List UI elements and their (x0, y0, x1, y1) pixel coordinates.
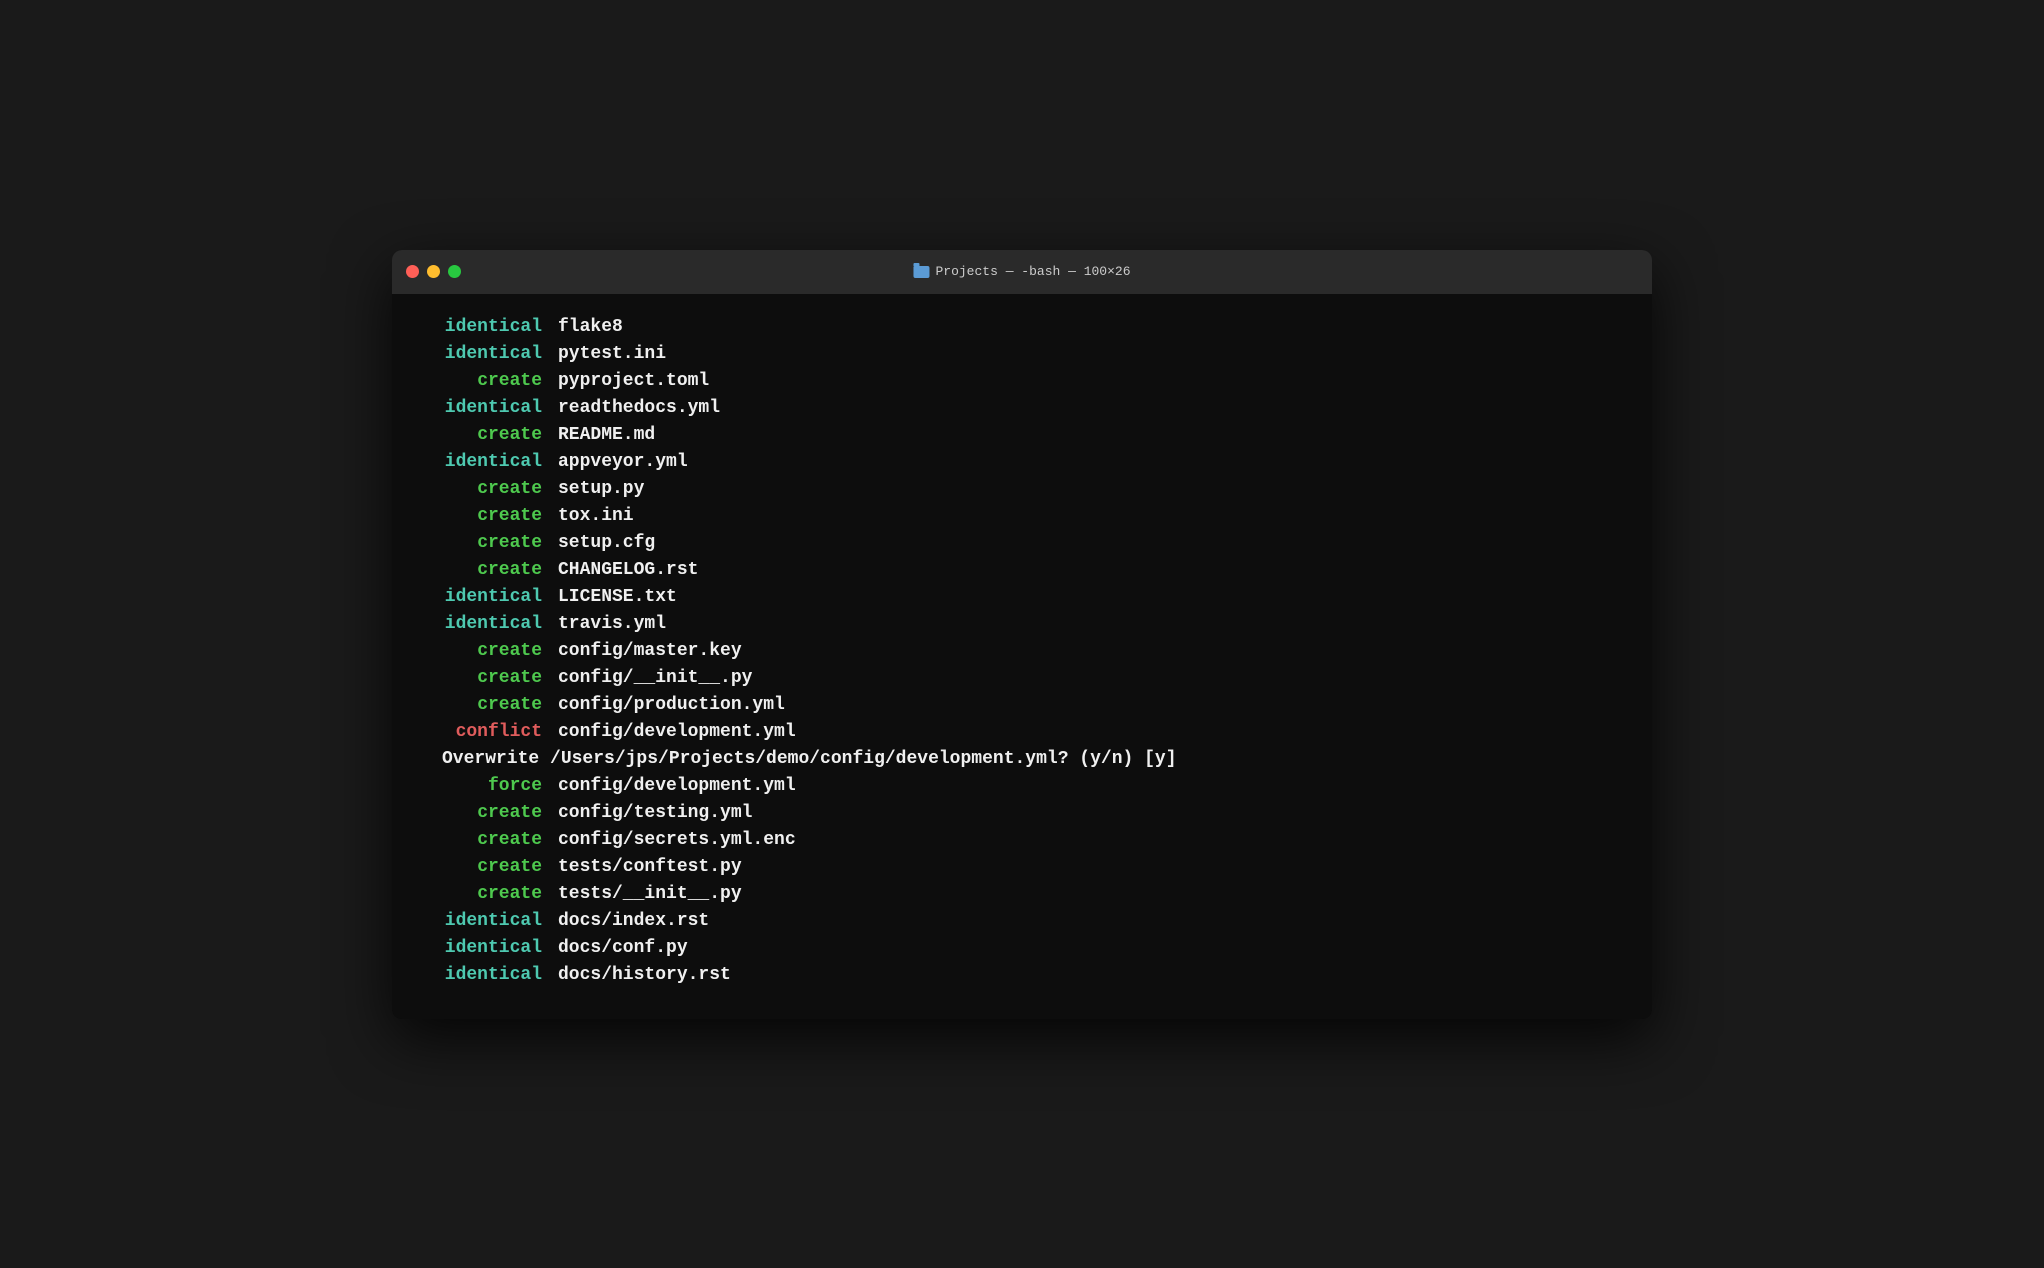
terminal-line: create config/secrets.yml.enc (422, 827, 1622, 854)
file-name: setup.cfg (558, 530, 655, 557)
status-label: identical (422, 611, 542, 638)
terminal-line: create config/production.yml (422, 692, 1622, 719)
terminal-line: identical LICENSE.txt (422, 584, 1622, 611)
status-label: identical (422, 935, 542, 962)
file-name: config/testing.yml (558, 800, 752, 827)
file-name: docs/history.rst (558, 962, 731, 989)
status-label: identical (422, 584, 542, 611)
file-name: appveyor.yml (558, 449, 688, 476)
terminal-line: create config/__init__.py (422, 665, 1622, 692)
status-label: create (422, 530, 542, 557)
terminal-window: Projects — -bash — 100×26 identical flake… (392, 250, 1652, 1019)
terminal-line: create setup.py (422, 476, 1622, 503)
terminal-line: create README.md (422, 422, 1622, 449)
status-label: create (422, 881, 542, 908)
terminal-line: identical pytest.ini (422, 341, 1622, 368)
file-name: tests/conftest.py (558, 854, 742, 881)
terminal-line: create config/testing.yml (422, 800, 1622, 827)
status-label: create (422, 827, 542, 854)
terminal-line: identical flake8 (422, 314, 1622, 341)
status-label: create (422, 557, 542, 584)
terminal-line: identical travis.yml (422, 611, 1622, 638)
status-label: create (422, 692, 542, 719)
folder-icon (913, 266, 929, 278)
terminal-line: create setup.cfg (422, 530, 1622, 557)
terminal-line: conflict config/development.yml (422, 719, 1622, 746)
status-label: create (422, 854, 542, 881)
file-name: setup.py (558, 476, 644, 503)
terminal-line: create CHANGELOG.rst (422, 557, 1622, 584)
close-button[interactable] (406, 265, 419, 278)
status-label: create (422, 638, 542, 665)
file-name: docs/index.rst (558, 908, 709, 935)
file-name: LICENSE.txt (558, 584, 677, 611)
file-name: tests/__init__.py (558, 881, 742, 908)
file-name: travis.yml (558, 611, 666, 638)
file-name: CHANGELOG.rst (558, 557, 698, 584)
titlebar: Projects — -bash — 100×26 (392, 250, 1652, 294)
terminal-line: create pyproject.toml (422, 368, 1622, 395)
window-title: Projects — -bash — 100×26 (913, 264, 1130, 279)
status-label: conflict (422, 719, 542, 746)
status-label: create (422, 368, 542, 395)
status-label: create (422, 422, 542, 449)
maximize-button[interactable] (448, 265, 461, 278)
file-name: config/secrets.yml.enc (558, 827, 796, 854)
status-label: create (422, 503, 542, 530)
overwrite-prompt: Overwrite /Users/jps/Projects/demo/confi… (422, 746, 1622, 773)
status-label: identical (422, 341, 542, 368)
status-label: identical (422, 314, 542, 341)
status-label: identical (422, 962, 542, 989)
minimize-button[interactable] (427, 265, 440, 278)
terminal-line: identical docs/conf.py (422, 935, 1622, 962)
traffic-lights (406, 265, 461, 278)
title-text: Projects — -bash — 100×26 (935, 264, 1130, 279)
file-name: README.md (558, 422, 655, 449)
terminal-line: create config/master.key (422, 638, 1622, 665)
status-label: create (422, 800, 542, 827)
file-name: config/production.yml (558, 692, 785, 719)
terminal-line: identical appveyor.yml (422, 449, 1622, 476)
status-label: create (422, 665, 542, 692)
file-name: config/development.yml (558, 719, 796, 746)
terminal-body[interactable]: identicalflake8identicalpytest.inicreate… (392, 294, 1652, 1019)
status-label: create (422, 476, 542, 503)
terminal-line: identical docs/index.rst (422, 908, 1622, 935)
status-label: identical (422, 908, 542, 935)
terminal-line: identical readthedocs.yml (422, 395, 1622, 422)
terminal-line: create tests/__init__.py (422, 881, 1622, 908)
terminal-line: create tox.ini (422, 503, 1622, 530)
terminal-line: create tests/conftest.py (422, 854, 1622, 881)
file-name: config/development.yml (558, 773, 796, 800)
file-name: config/master.key (558, 638, 742, 665)
status-label: force (422, 773, 542, 800)
file-name: docs/conf.py (558, 935, 688, 962)
file-name: tox.ini (558, 503, 634, 530)
status-label: identical (422, 395, 542, 422)
file-name: config/__init__.py (558, 665, 752, 692)
file-name: pyproject.toml (558, 368, 709, 395)
file-name: flake8 (558, 314, 623, 341)
terminal-line: force config/development.yml (422, 773, 1622, 800)
status-label: identical (422, 449, 542, 476)
file-name: readthedocs.yml (558, 395, 720, 422)
file-name: pytest.ini (558, 341, 666, 368)
terminal-line: identical docs/history.rst (422, 962, 1622, 989)
